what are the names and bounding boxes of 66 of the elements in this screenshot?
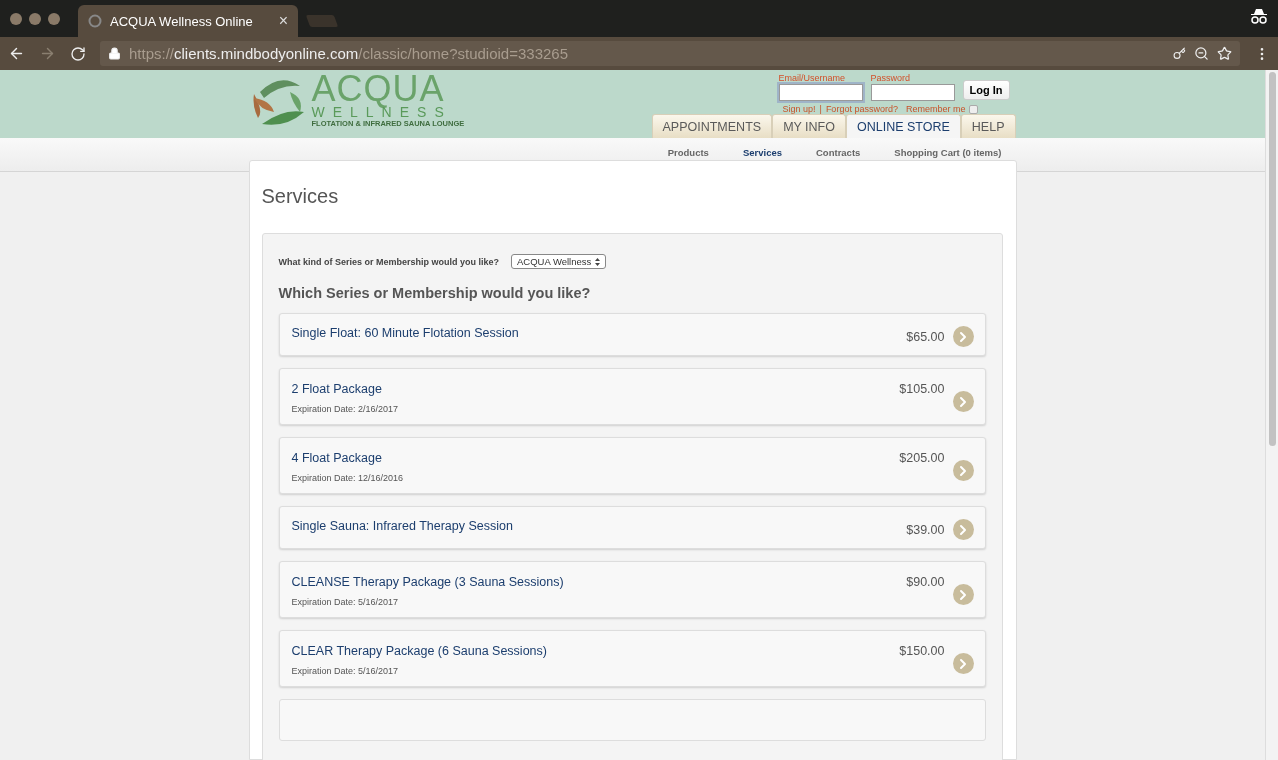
service-name[interactable]: Single Float: 60 Minute Flotation Session xyxy=(291,326,519,340)
window-control[interactable] xyxy=(29,12,41,25)
loading-icon xyxy=(88,14,102,28)
login-button[interactable]: Log In xyxy=(962,80,1010,100)
service-name[interactable]: CLEAR Therapy Package (6 Sauna Sessions) xyxy=(291,644,547,658)
password-label: Password xyxy=(870,73,911,84)
subnav-link[interactable]: Contracts xyxy=(816,147,861,159)
email-field[interactable] xyxy=(778,84,863,101)
incognito-icon xyxy=(1250,8,1268,24)
series-select[interactable]: ACQUA Wellness xyxy=(511,254,607,269)
key-icon[interactable] xyxy=(1173,47,1186,60)
service-card[interactable]: CLEANSE Therapy Package (3 Sauna Sessions) Expiration Date: 5/16/2017 $90.00 xyxy=(278,561,986,618)
remember-checkbox[interactable] xyxy=(969,104,979,114)
nav-tab[interactable]: HELP xyxy=(960,114,1016,138)
service-name[interactable]: 2 Float Package xyxy=(291,382,399,396)
service-price: $39.00 xyxy=(906,522,945,537)
service-name[interactable]: 4 Float Package xyxy=(291,451,404,465)
forward-icon[interactable] xyxy=(39,45,56,62)
expiration-date: Expiration Date: 2/16/2017 xyxy=(291,404,399,414)
service-price: $150.00 xyxy=(899,644,945,658)
service-price: $205.00 xyxy=(899,451,945,465)
service-card[interactable]: 4 Float Package Expiration Date: 12/16/2016 $205.00 xyxy=(278,437,986,494)
url-text: https://clients.mindbodyonline.com/classic/home?studioid=333265 xyxy=(129,45,570,62)
service-name[interactable]: CLEANSE Therapy Package (3 Sauna Sessions) xyxy=(291,575,564,589)
filter-label: What kind of Series or Membership would you like? xyxy=(278,256,500,267)
nav-tab[interactable]: ONLINE STORE xyxy=(846,114,961,138)
service-card[interactable]: Single Sauna: Infrared Therapy Session $39.00 xyxy=(278,506,986,549)
reload-icon[interactable] xyxy=(70,45,86,62)
chevron-right-icon[interactable] xyxy=(952,519,974,540)
expiration-date: Expiration Date: 12/16/2016 xyxy=(291,473,404,483)
address-bar[interactable]: https://clients.mindbodyonline.com/classic/home?studioid=333265 xyxy=(100,41,1240,66)
subnav-link[interactable]: Services xyxy=(742,147,782,159)
service-name[interactable]: Single Sauna: Infrared Therapy Session xyxy=(291,519,513,533)
zoom-out-icon[interactable] xyxy=(1194,46,1209,61)
close-icon[interactable]: × xyxy=(278,12,288,30)
service-price: $65.00 xyxy=(906,329,945,344)
service-card[interactable]: Single Float: 60 Minute Flotation Session $65.00 xyxy=(278,313,986,356)
chevron-right-icon[interactable] xyxy=(952,460,974,481)
lock-icon xyxy=(108,47,121,60)
back-icon[interactable] xyxy=(8,45,25,62)
window-control[interactable] xyxy=(48,12,60,25)
chevron-right-icon[interactable] xyxy=(952,653,974,674)
section-heading: Which Series or Membership would you like? xyxy=(278,285,592,301)
service-price: $90.00 xyxy=(906,575,945,589)
updown-arrows-icon xyxy=(595,257,601,266)
browser-tab[interactable]: ACQUA Wellness Online × xyxy=(78,5,298,37)
nav-tab[interactable]: MY INFO xyxy=(772,114,846,138)
window-control[interactable] xyxy=(10,12,22,25)
chevron-right-icon[interactable] xyxy=(952,584,974,605)
expiration-date: Expiration Date: 5/16/2017 xyxy=(291,597,400,607)
page-title: Services xyxy=(261,185,340,208)
service-card[interactable]: 2 Float Package Expiration Date: 2/16/2017 $105.00 xyxy=(278,368,986,425)
subnav-link[interactable]: Shopping Cart (0 items) xyxy=(894,147,1002,159)
password-field[interactable] xyxy=(870,84,955,101)
chevron-right-icon[interactable] xyxy=(952,326,974,347)
service-card[interactable]: CLEAR Therapy Package (6 Sauna Sessions) Expiration Date: 5/16/2017 $150.00 xyxy=(278,630,986,687)
tab-title: ACQUA Wellness Online xyxy=(110,13,254,29)
service-price: $105.00 xyxy=(899,382,945,396)
subnav-link[interactable]: Products xyxy=(667,147,709,159)
nav-tab[interactable]: APPOINTMENTS xyxy=(651,114,773,138)
chevron-right-icon[interactable] xyxy=(952,391,974,412)
scrollbar[interactable] xyxy=(1265,70,1278,760)
star-icon[interactable] xyxy=(1217,46,1232,61)
expiration-date: Expiration Date: 5/16/2017 xyxy=(291,666,400,676)
email-label: Email/Username xyxy=(778,73,847,84)
link-separator: | xyxy=(819,104,822,114)
